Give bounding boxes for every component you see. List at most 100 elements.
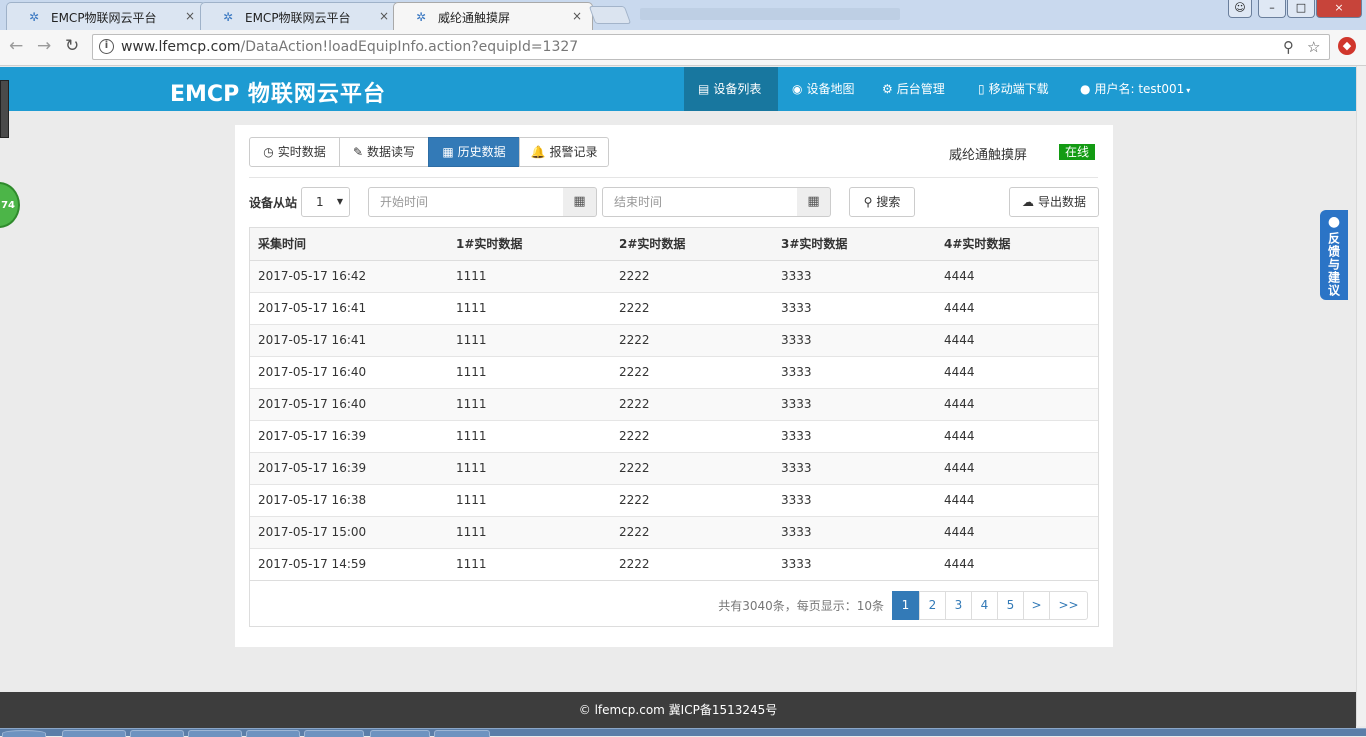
timestamp-cell: 2017-05-17 16:39 — [250, 419, 448, 452]
feedback-label: 反馈与建议 — [1326, 232, 1341, 297]
value-cell: 4444 — [936, 387, 1098, 420]
table-row[interactable]: 2017-05-17 16:41 1111 2222 3333 4444 — [250, 291, 1098, 324]
column-header[interactable]: 采集时间 — [250, 228, 448, 261]
page-button[interactable]: 5 — [997, 591, 1024, 620]
value-cell: 4444 — [936, 483, 1098, 516]
timestamp-cell: 2017-05-17 16:40 — [250, 355, 448, 388]
value-cell: 4444 — [936, 323, 1098, 356]
tab-close-icon[interactable]: × — [379, 9, 389, 23]
star-icon[interactable]: ☆ — [1307, 38, 1320, 56]
speech-bubble-icon: ● — [1327, 214, 1341, 230]
next-page-button[interactable]: > — [1023, 591, 1050, 620]
value-cell: 4444 — [936, 259, 1098, 292]
export-data-button[interactable]: ☁ 导出数据 — [1009, 187, 1099, 217]
nav-mobile-download[interactable]: ▯ 移动端下载 — [978, 67, 1049, 111]
floating-speed-ball[interactable]: 74 — [0, 182, 20, 228]
timestamp-cell: 2017-05-17 15:00 — [250, 515, 448, 548]
column-header[interactable]: 2#实时数据 — [611, 228, 773, 261]
value-cell: 2222 — [611, 291, 773, 324]
tab-label: 报警记录 — [549, 145, 598, 159]
value-cell: 2222 — [611, 483, 773, 516]
page-scrollbar[interactable] — [1356, 66, 1366, 726]
slave-station-select[interactable]: 1 ▼ — [301, 187, 350, 217]
last-page-button[interactable]: >> — [1049, 591, 1088, 620]
timestamp-cell: 2017-05-17 16:41 — [250, 323, 448, 356]
minimize-button[interactable]: – — [1258, 0, 1286, 18]
page-button[interactable]: 4 — [971, 591, 998, 620]
feedback-tab[interactable]: ● 反馈与建议 — [1320, 210, 1348, 300]
tab-close-icon[interactable]: × — [185, 9, 195, 23]
tab-close-icon[interactable]: × — [572, 9, 582, 23]
zoom-icon[interactable]: ⚲ — [1283, 38, 1294, 56]
end-time-input[interactable]: 结束时间 — [602, 187, 798, 217]
value-cell: 4444 — [936, 547, 1098, 580]
table-row[interactable]: 2017-05-17 16:42 1111 2222 3333 4444 — [250, 259, 1098, 292]
url-text[interactable]: www.lfemcp.com/DataAction!loadEquipInfo.… — [121, 39, 578, 55]
value-cell: 3333 — [773, 483, 936, 516]
new-tab-button[interactable] — [588, 6, 632, 24]
tab-realtime-data[interactable]: ◷ 实时数据 — [249, 137, 340, 167]
table-row[interactable]: 2017-05-17 16:39 1111 2222 3333 4444 — [250, 419, 1098, 452]
bell-icon: 🔔 — [530, 145, 546, 159]
value-cell: 4444 — [936, 451, 1098, 484]
extension-icon[interactable]: ◆ — [1338, 37, 1356, 55]
url-path: /DataAction!loadEquipInfo.action?equipId… — [240, 39, 579, 55]
value-cell: 1111 — [448, 451, 611, 484]
nav-device-map[interactable]: ◉ 设备地图 — [792, 67, 855, 111]
status-badge: 在线 — [1059, 144, 1095, 160]
page-button[interactable]: 1 — [892, 591, 919, 620]
tab-data-readwrite[interactable]: ✎ 数据读写 — [339, 137, 429, 167]
address-bar[interactable]: i www.lfemcp.com/DataAction!loadEquipInf… — [92, 34, 1330, 60]
browser-tab-1[interactable]: ✲ EMCP物联网云平台 × — [6, 2, 206, 30]
cogs-icon: ⚙ — [882, 82, 893, 96]
value-cell: 1111 — [448, 323, 611, 356]
reload-icon[interactable]: ↻ — [65, 36, 79, 56]
site-header: EMCP 物联网云平台 ▤ 设备列表 ◉ 设备地图 ⚙ 后台管理 ▯ 移动端下载 ● 用户… — [0, 67, 1356, 111]
browser-toolbar: ← → ↻ i www.lfemcp.com/DataAction!loadEq… — [0, 30, 1366, 66]
column-header[interactable]: 1#实时数据 — [448, 228, 611, 261]
start-time-input[interactable]: 开始时间 — [368, 187, 564, 217]
column-header[interactable]: 4#实时数据 — [936, 228, 1098, 261]
page-button[interactable]: 2 — [919, 591, 946, 620]
speed-ball-value: 74 — [1, 200, 15, 211]
close-window-button[interactable]: × — [1316, 0, 1362, 18]
value-cell: 2222 — [611, 323, 773, 356]
left-side-widget[interactable] — [0, 80, 9, 138]
nav-user-menu[interactable]: ● 用户名: test001 ▾ — [1080, 67, 1190, 111]
forward-arrow-icon[interactable]: → — [37, 36, 51, 56]
table-row[interactable]: 2017-05-17 15:00 1111 2222 3333 4444 — [250, 515, 1098, 548]
calendar-icon[interactable]: ▦ — [797, 187, 831, 217]
value-cell: 1111 — [448, 419, 611, 452]
slave-station-label: 设备从站 — [249, 196, 298, 210]
page-button[interactable]: 3 — [945, 591, 972, 620]
search-button[interactable]: ⚲ 搜索 — [849, 187, 915, 217]
calendar-icon[interactable]: ▦ — [563, 187, 597, 217]
value-cell: 2222 — [611, 451, 773, 484]
back-arrow-icon[interactable]: ← — [9, 36, 23, 56]
table-row[interactable]: 2017-05-17 16:38 1111 2222 3333 4444 — [250, 483, 1098, 516]
value-cell: 3333 — [773, 547, 936, 580]
table-row[interactable]: 2017-05-17 16:40 1111 2222 3333 4444 — [250, 355, 1098, 388]
info-icon[interactable]: i — [99, 39, 114, 54]
value-cell: 1111 — [448, 547, 611, 580]
tab-alarm-records[interactable]: 🔔 报警记录 — [519, 137, 609, 167]
account-icon[interactable]: ☺ — [1228, 0, 1252, 18]
value-cell: 4444 — [936, 515, 1098, 548]
browser-tab-2[interactable]: ✲ EMCP物联网云平台 × — [200, 2, 400, 30]
history-data-table: 采集时间 1#实时数据 2#实时数据 3#实时数据 4#实时数据 2017-05… — [249, 227, 1099, 627]
nav-label: 移动端下载 — [988, 82, 1049, 96]
maximize-button[interactable]: □ — [1287, 0, 1315, 18]
nav-device-list[interactable]: ▤ 设备列表 — [684, 67, 778, 111]
column-header[interactable]: 3#实时数据 — [773, 228, 936, 261]
browser-tab-title: 威纶通触摸屏 — [438, 11, 511, 25]
brand-logo[interactable]: EMCP 物联网云平台 — [170, 76, 386, 108]
table-row[interactable]: 2017-05-17 16:39 1111 2222 3333 4444 — [250, 451, 1098, 484]
nav-admin[interactable]: ⚙ 后台管理 — [882, 67, 945, 111]
url-host: www.lfemcp.com — [121, 39, 241, 55]
table-row[interactable]: 2017-05-17 14:59 1111 2222 3333 4444 — [250, 547, 1098, 580]
mobile-icon: ▯ — [978, 82, 985, 96]
tab-history-data[interactable]: ▦ 历史数据 — [428, 137, 520, 167]
browser-tab-3[interactable]: ✲ 威纶通触摸屏 × — [393, 2, 593, 30]
table-row[interactable]: 2017-05-17 16:41 1111 2222 3333 4444 — [250, 323, 1098, 356]
table-row[interactable]: 2017-05-17 16:40 1111 2222 3333 4444 — [250, 387, 1098, 420]
